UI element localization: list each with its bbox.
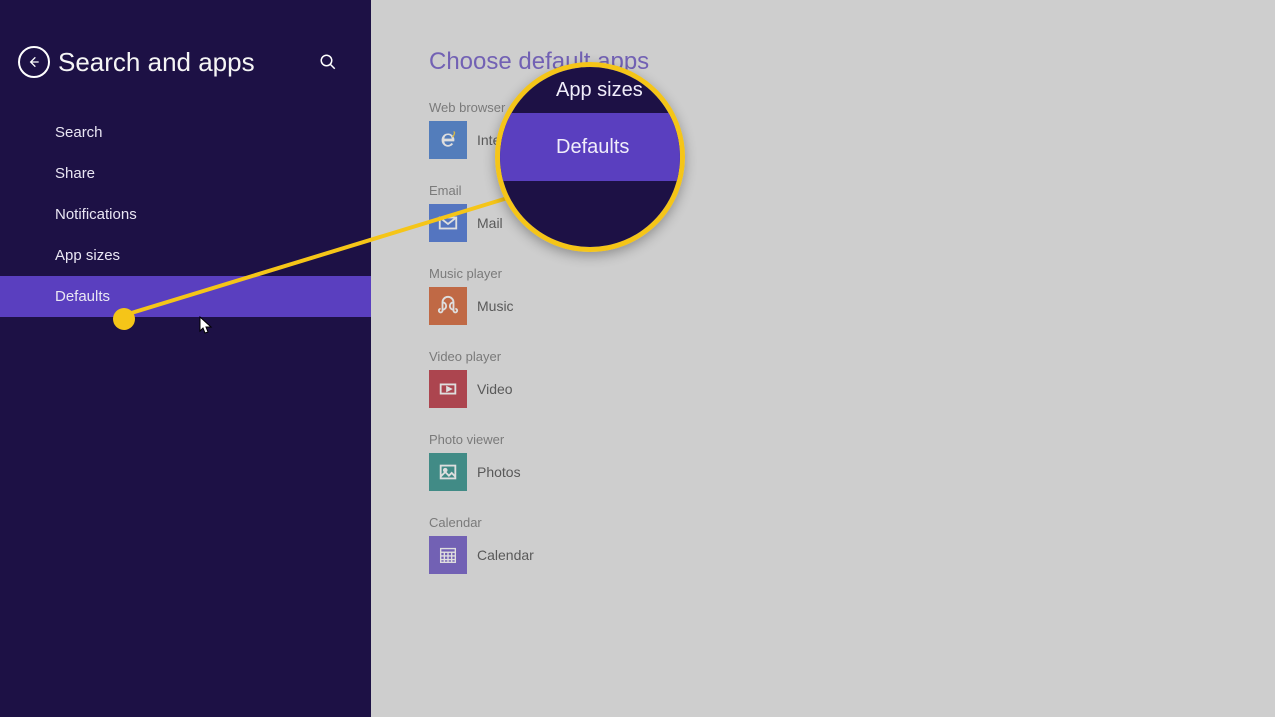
default-app-web-browser[interactable]: Inte [429, 121, 1275, 159]
page-title: Search and apps [58, 47, 319, 78]
app-name-video: Video [477, 381, 513, 397]
sidebar-item-defaults[interactable]: Defaults [0, 276, 371, 317]
default-app-email[interactable]: Mail [429, 204, 1275, 242]
app-name-calendar: Calendar [477, 547, 534, 563]
section-label-video: Video player [429, 349, 1275, 364]
sidebar-item-search[interactable]: Search [0, 112, 371, 153]
section-label-web-browser: Web browser [429, 100, 1275, 115]
video-icon [429, 370, 467, 408]
music-icon [429, 287, 467, 325]
mail-icon [429, 204, 467, 242]
sidebar-nav: Search Share Notifications App sizes Def… [0, 112, 371, 317]
settings-sidebar: Search and apps Search Share Notificatio… [0, 0, 371, 717]
back-arrow-icon [26, 54, 42, 70]
section-label-email: Email [429, 183, 1275, 198]
default-app-video[interactable]: Video [429, 370, 1275, 408]
app-name-email: Mail [477, 215, 503, 231]
photos-icon [429, 453, 467, 491]
sidebar-header: Search and apps [0, 0, 371, 106]
app-name-web-browser: Inte [477, 132, 500, 148]
app-name-music: Music [477, 298, 514, 314]
sidebar-item-notifications[interactable]: Notifications [0, 194, 371, 235]
default-app-photo[interactable]: Photos [429, 453, 1275, 491]
default-app-calendar[interactable]: Calendar [429, 536, 1275, 574]
section-label-calendar: Calendar [429, 515, 1275, 530]
sidebar-item-app-sizes[interactable]: App sizes [0, 235, 371, 276]
section-label-music: Music player [429, 266, 1275, 281]
search-icon[interactable] [319, 53, 337, 71]
app-name-photo: Photos [477, 464, 521, 480]
back-button[interactable] [18, 46, 50, 78]
calendar-icon [429, 536, 467, 574]
sidebar-item-share[interactable]: Share [0, 153, 371, 194]
main-panel: Choose default apps Web browser Inte Ema… [371, 0, 1275, 717]
main-heading: Choose default apps [429, 48, 1275, 76]
section-label-photo: Photo viewer [429, 432, 1275, 447]
internet-explorer-icon [429, 121, 467, 159]
default-app-music[interactable]: Music [429, 287, 1275, 325]
